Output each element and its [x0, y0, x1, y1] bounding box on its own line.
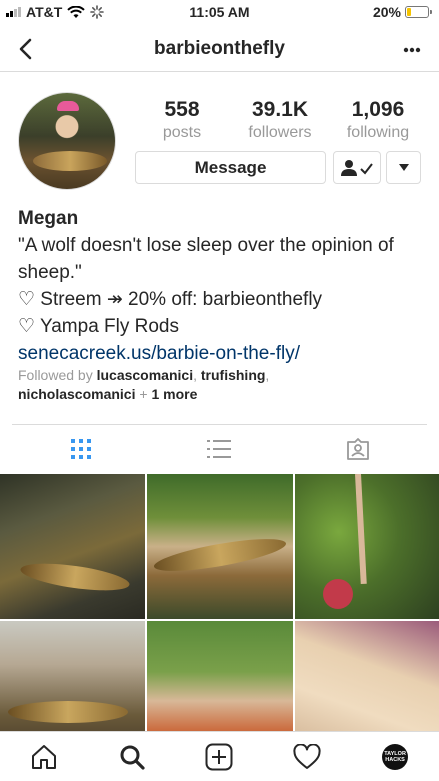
tab-grid[interactable]	[12, 425, 150, 472]
profile-avatar[interactable]	[18, 92, 116, 190]
bio-line-streem: ♡ Streem ↠ 20% off: barbieonthefly	[18, 289, 323, 310]
profile-username: barbieonthefly	[154, 38, 285, 59]
followed-user-3: nicholascomanici	[18, 386, 136, 402]
profile-stats: 558 posts 39.1K followers 1,096 followin…	[133, 98, 427, 142]
following-label: following	[346, 124, 410, 141]
caret-down-icon	[398, 164, 409, 171]
profile-name: Megan	[18, 208, 79, 229]
post-thumbnail[interactable]	[147, 474, 293, 619]
following-button[interactable]	[333, 151, 381, 184]
tab-tagged[interactable]	[289, 425, 427, 472]
profile-tabs	[12, 424, 427, 472]
bottom-nav: TAYLOR HACKS	[0, 731, 439, 781]
nav-bar: barbieonthefly	[0, 28, 439, 72]
nav-activity[interactable]	[263, 732, 351, 781]
nav-search[interactable]	[88, 732, 176, 781]
followed-more: 1 more	[151, 386, 198, 402]
grid-icon	[71, 438, 92, 459]
search-icon	[120, 745, 145, 770]
home-icon	[31, 744, 56, 769]
list-icon	[207, 439, 232, 458]
following-stat[interactable]: 1,096 following	[329, 98, 427, 142]
post-thumbnail[interactable]	[295, 474, 439, 619]
followed-user-1: lucascomanici	[96, 367, 194, 383]
tab-list[interactable]	[150, 425, 288, 472]
battery-percent: 20%	[372, 4, 401, 20]
battery-fill	[407, 8, 411, 16]
website-link[interactable]: senecacreek.us/barbie-on-the-fly/	[18, 340, 428, 367]
followers-stat[interactable]: 39.1K followers	[231, 98, 329, 142]
nav-new-post[interactable]	[176, 732, 264, 781]
following-count: 1,096	[351, 98, 405, 121]
followed-user-2: trufishing	[200, 367, 266, 383]
status-bar: AT&T 11:05 AM 20%	[0, 0, 439, 24]
post-thumbnail[interactable]	[0, 474, 145, 619]
followed-by-prefix: Followed by	[18, 367, 93, 383]
posts-stat[interactable]: 558 posts	[133, 98, 231, 142]
followed-by[interactable]: Followed by lucascomanici, trufishing, n…	[18, 366, 428, 404]
bio-quote: "A wolf doesn't lose sleep over the opin…	[18, 235, 394, 283]
battery-icon	[405, 6, 432, 18]
bio-line-yampa: ♡ Yampa Fly Rods	[18, 316, 179, 337]
profile-bio: Megan "A wolf doesn't lose sleep over th…	[18, 205, 428, 367]
posts-label: posts	[162, 124, 202, 141]
followers-count: 39.1K	[251, 98, 309, 121]
nav-profile[interactable]: TAYLOR HACKS	[351, 732, 439, 781]
tagged-icon	[346, 437, 369, 460]
photo-grid	[0, 474, 439, 766]
message-button[interactable]: Message	[135, 151, 326, 184]
followers-label: followers	[248, 124, 312, 141]
suggested-dropdown-button[interactable]	[386, 151, 421, 184]
new-post-icon	[205, 743, 233, 770]
nav-home[interactable]	[0, 732, 88, 781]
person-check-icon	[341, 159, 373, 176]
heart-icon	[293, 743, 321, 769]
more-dots-icon[interactable]	[403, 42, 421, 53]
profile-avatar-icon: TAYLOR HACKS	[382, 743, 409, 770]
posts-count: 558	[164, 98, 200, 121]
